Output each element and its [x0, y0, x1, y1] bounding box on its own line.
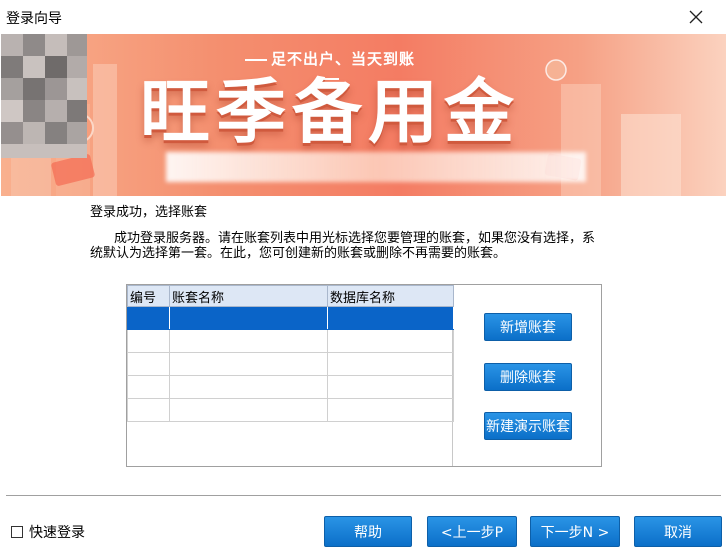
quick-login-label: 快速登录	[29, 525, 85, 541]
table-cell[interactable]	[127, 352, 170, 376]
table-cell[interactable]	[327, 398, 454, 422]
table-row[interactable]	[127, 398, 454, 422]
table-cell[interactable]	[327, 329, 454, 353]
blurred-qr-code	[1, 34, 87, 158]
ad-banner[interactable]: 足不出户、当天到账 旺季备用金	[1, 34, 726, 196]
table-row[interactable]	[127, 352, 454, 376]
column-header-name[interactable]: 账套名称	[169, 285, 328, 307]
quick-login-checkbox[interactable]: 快速登录	[11, 522, 85, 542]
table-cell[interactable]	[169, 375, 328, 399]
table-row[interactable]	[127, 306, 454, 330]
table-cell[interactable]	[127, 375, 170, 399]
column-header-database[interactable]: 数据库名称	[327, 285, 454, 307]
table-cell[interactable]	[127, 398, 170, 422]
table-cell[interactable]	[127, 306, 170, 330]
next-step-button[interactable]: 下一步N >	[530, 516, 620, 547]
table-row[interactable]	[127, 375, 454, 399]
help-button[interactable]: 帮助	[324, 516, 412, 547]
blurred-text	[166, 152, 586, 182]
table-cell[interactable]	[127, 329, 170, 353]
table-cell[interactable]	[169, 306, 328, 330]
add-account-set-button[interactable]: 新增账套	[484, 313, 572, 341]
delete-account-set-button[interactable]: 删除账套	[484, 363, 572, 391]
column-header-id[interactable]: 编号	[127, 285, 170, 307]
cancel-button[interactable]: 取消	[634, 516, 722, 547]
previous-step-button[interactable]: <上一步P	[427, 516, 517, 547]
table-cell[interactable]	[327, 306, 454, 330]
step-description: 成功登录服务器。请在账套列表中用光标选择您要管理的账套，如果您没有选择，系统默认…	[90, 231, 596, 261]
title-bar: 登录向导	[0, 0, 727, 34]
table-cell[interactable]	[327, 352, 454, 376]
table-cell[interactable]	[169, 329, 328, 353]
window-title: 登录向导	[6, 11, 62, 27]
banner-brand: 旺季备用金	[140, 71, 520, 153]
table-row[interactable]	[127, 329, 454, 353]
table-cell[interactable]	[169, 398, 328, 422]
step-heading: 登录成功，选择账套	[90, 205, 208, 220]
footer-divider	[6, 495, 721, 496]
table-cell[interactable]	[169, 352, 328, 376]
table-cell[interactable]	[327, 375, 454, 399]
account-set-table[interactable]: 编号 账套名称 数据库名称	[127, 285, 454, 466]
account-set-panel: 编号 账套名称 数据库名称 新增账套 删除账套 新建演示账套	[126, 284, 602, 467]
checkbox-box[interactable]	[11, 526, 23, 538]
close-icon[interactable]	[685, 6, 707, 28]
create-demo-account-set-button[interactable]: 新建演示账套	[484, 412, 572, 440]
